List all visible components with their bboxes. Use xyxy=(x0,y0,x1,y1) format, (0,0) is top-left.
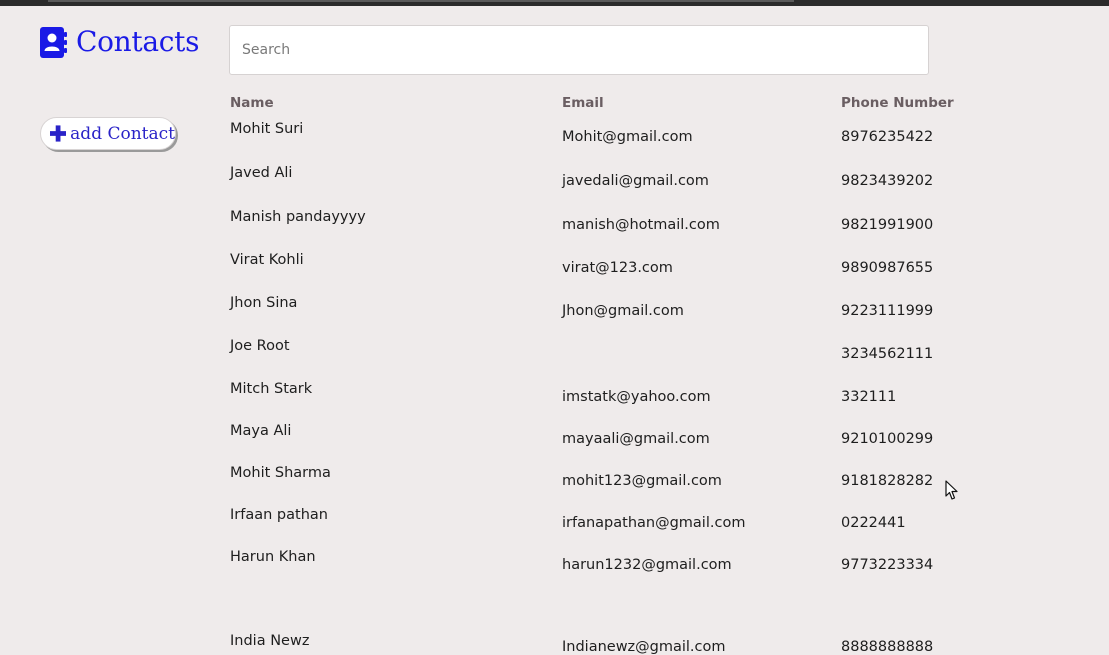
contact-email-cell: harun1232@gmail.com xyxy=(562,557,732,573)
contact-phone-cell: 3234562111 xyxy=(841,346,934,362)
contact-name-cell: Maya Ali xyxy=(230,423,292,439)
contact-phone-cell: 8976235422 xyxy=(841,129,934,145)
app-brand: Contacts xyxy=(40,25,199,59)
search-input[interactable] xyxy=(229,25,929,75)
contact-phone-cell: 9890987655 xyxy=(841,260,934,276)
contact-name-cell: Mohit Sharma xyxy=(230,465,331,481)
contact-name-cell: Manish pandayyyy xyxy=(230,209,366,225)
column-header-name: Name xyxy=(230,95,274,111)
contact-email-cell: irfanapathan@gmail.com xyxy=(562,515,746,531)
contact-phone-cell: 9223111999 xyxy=(841,303,934,319)
contact-email-cell: mayaali@gmail.com xyxy=(562,431,710,447)
contact-name-cell: Mitch Stark xyxy=(230,381,313,397)
contact-email-cell: manish@hotmail.com xyxy=(562,217,720,233)
contact-phone-cell: 9181828282 xyxy=(841,473,934,489)
contact-phone-cell: 332111 xyxy=(841,389,897,405)
column-header-email: Email xyxy=(562,95,604,111)
contact-name-cell: Irfaan pathan xyxy=(230,507,328,523)
contact-name-cell: Joe Root xyxy=(230,338,290,354)
plus-icon xyxy=(50,125,67,142)
contact-phone-cell: 9823439202 xyxy=(841,173,934,189)
contact-phone-cell: 0222441 xyxy=(841,515,906,531)
contact-email-cell: mohit123@gmail.com xyxy=(562,473,722,489)
contact-name-cell: Mohit Suri xyxy=(230,121,304,137)
contact-name-cell: Javed Ali xyxy=(230,165,293,181)
contact-phone-cell: 9210100299 xyxy=(841,431,934,447)
contact-name-cell: Harun Khan xyxy=(230,549,316,565)
contact-name-cell: India Newz xyxy=(230,633,310,649)
address-book-icon xyxy=(40,26,67,58)
contact-email-cell: virat@123.com xyxy=(562,260,673,276)
add-contact-label: add Contact xyxy=(70,123,175,144)
contact-phone-cell: 9821991900 xyxy=(841,217,934,233)
contact-email-cell: Mohit@gmail.com xyxy=(562,129,693,145)
contact-email-cell: javedali@gmail.com xyxy=(562,173,709,189)
contact-email-cell: Jhon@gmail.com xyxy=(562,303,684,319)
app-title: Contacts xyxy=(76,25,200,58)
contact-name-cell: Jhon Sina xyxy=(230,295,298,311)
browser-tab-strip xyxy=(48,0,794,2)
mouse-cursor-icon xyxy=(945,480,958,500)
browser-top-bar xyxy=(0,0,1109,6)
contact-email-cell: imstatk@yahoo.com xyxy=(562,389,711,405)
contact-name-cell: Virat Kohli xyxy=(230,252,304,268)
contact-phone-cell: 9773223334 xyxy=(841,557,934,573)
add-contact-button[interactable]: add Contact xyxy=(40,117,176,150)
column-header-phone: Phone Number xyxy=(841,95,954,111)
